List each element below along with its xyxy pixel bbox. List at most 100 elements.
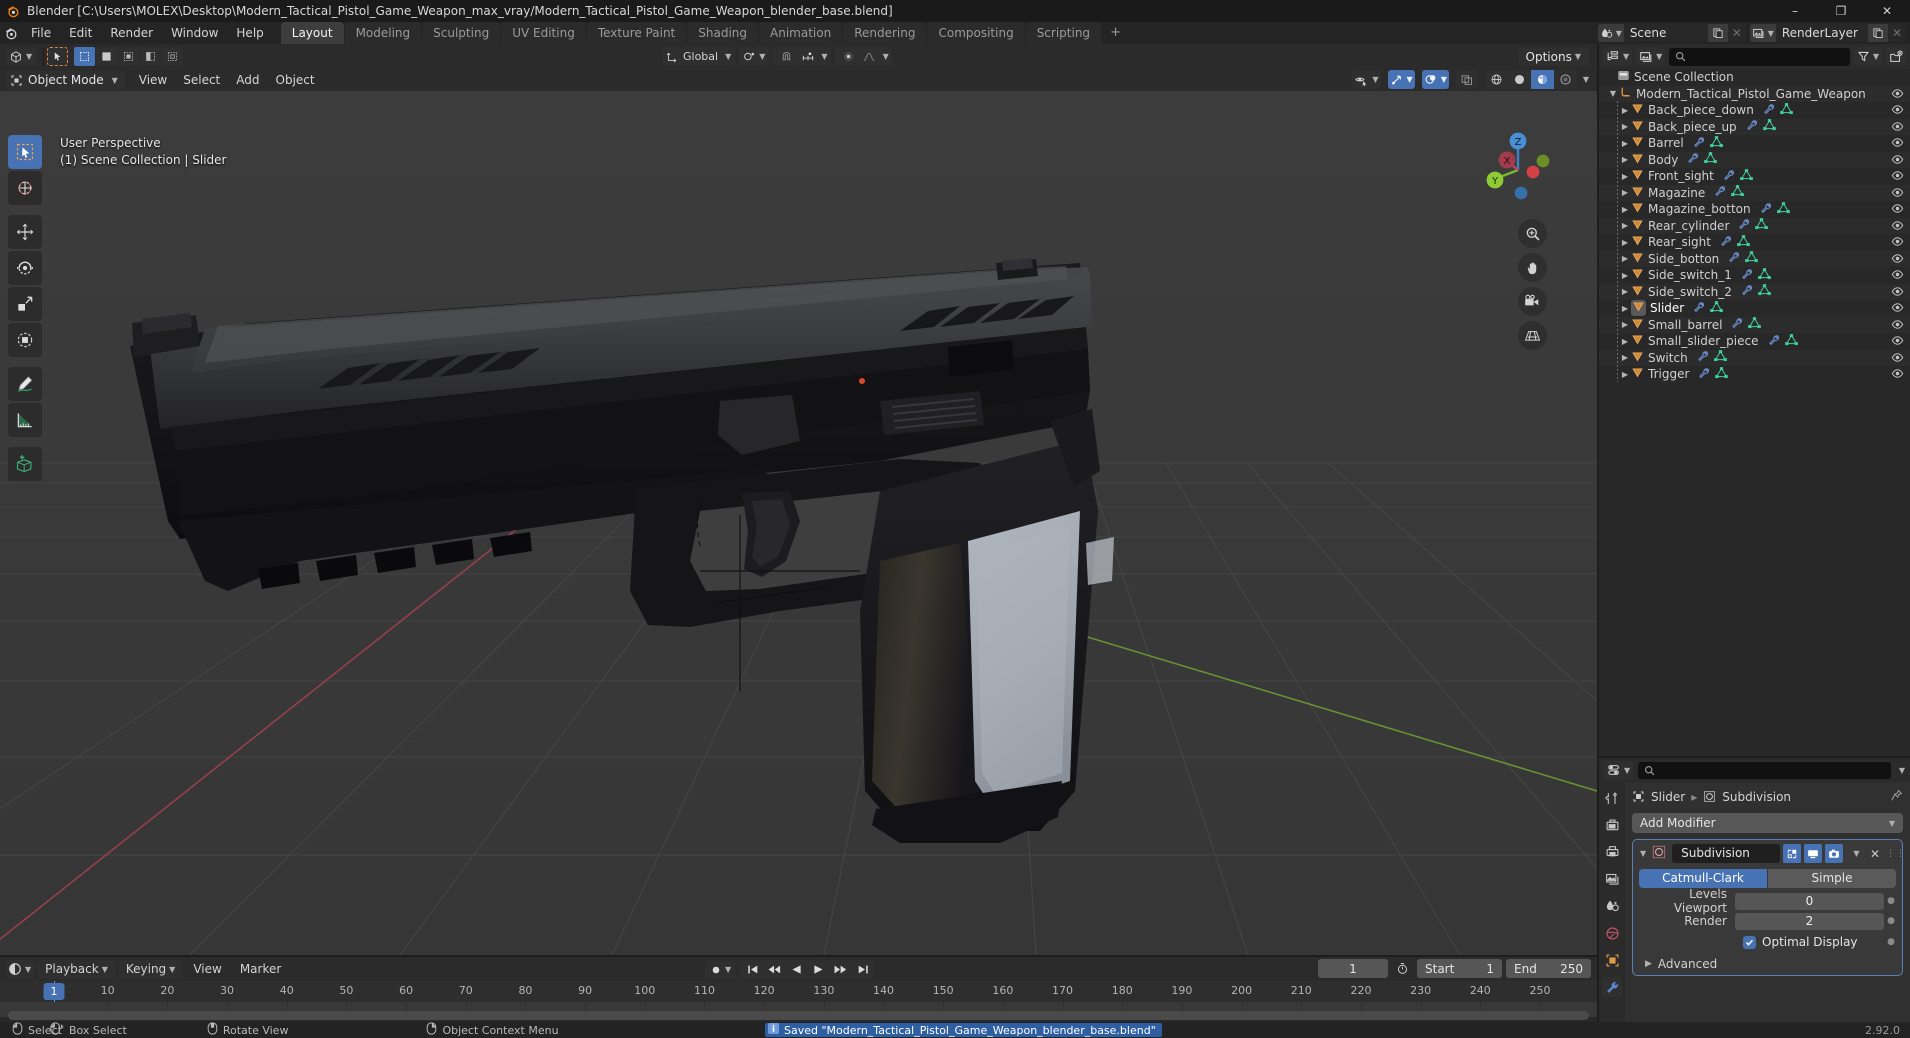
mesh-data-icon[interactable] [1758, 284, 1771, 299]
use-preview-range-icon[interactable] [1392, 959, 1413, 978]
outliner-row-object-small_slider_piece[interactable]: ▶ Small_slider_piece [1599, 333, 1910, 350]
workspace-tab-uv-editing[interactable]: UV Editing [501, 22, 586, 44]
breadcrumb-object[interactable]: Slider [1651, 790, 1685, 804]
timeline-menu-keying[interactable]: Keying ▼ [118, 959, 183, 979]
outliner-editor[interactable]: ▼ ▼ ▼ Scene Collection ▼ Modern_Tactical… [1599, 44, 1910, 756]
mesh-data-icon[interactable] [1710, 300, 1724, 316]
subdivision-type-simple[interactable]: Simple [1768, 869, 1896, 888]
mesh-data-icon[interactable] [1737, 234, 1750, 250]
expand-arrow-icon[interactable]: ▶ [1619, 205, 1631, 214]
measure-tool[interactable] [8, 403, 42, 437]
menu-window[interactable]: Window [162, 23, 227, 43]
mesh-data-icon[interactable] [1715, 366, 1729, 382]
shading-mode-group[interactable] [1484, 70, 1577, 89]
expand-arrow-icon[interactable]: ▶ [1619, 370, 1631, 379]
select-tool-icon[interactable] [47, 47, 69, 66]
mesh-data-icon[interactable] [1713, 350, 1727, 365]
outliner-row-object-front_sight[interactable]: ▶ Front_sight [1599, 168, 1910, 185]
mesh-data-icon[interactable] [1731, 185, 1745, 200]
mesh-data-icon[interactable] [1776, 201, 1790, 217]
modifier-icon[interactable] [1698, 367, 1710, 382]
subdivision-type-catmull-clark[interactable]: Catmull-Clark [1639, 869, 1767, 888]
mesh-data-icon[interactable] [1745, 251, 1759, 266]
render-levels-value[interactable]: 2 [1735, 912, 1884, 930]
expand-arrow-icon[interactable]: ▶ [1619, 221, 1631, 230]
solid-shading-icon[interactable] [1507, 70, 1531, 89]
outliner-row-scene-collection[interactable]: Scene Collection [1599, 69, 1910, 86]
viewport-menu-add[interactable]: Add [228, 70, 267, 90]
visibility-toggle-icon[interactable] [1891, 367, 1904, 383]
snap-increment-icon[interactable] [797, 47, 819, 66]
outliner-row-object-magazine[interactable]: ▶ Magazine [1599, 184, 1910, 202]
scene-properties-tab[interactable] [1602, 896, 1622, 916]
expand-arrow-icon[interactable]: ▶ [1619, 122, 1631, 131]
advanced-section[interactable]: ▶ Advanced [1645, 957, 1898, 971]
outliner-row-object-back_piece_down[interactable]: ▶ Back_piece_down [1599, 102, 1910, 119]
render-levels-animate-dot[interactable]: ● [1884, 916, 1898, 926]
add-workspace-button[interactable]: + [1102, 22, 1129, 44]
tweak-select-tool[interactable] [8, 135, 42, 169]
visibility-toggle-icon[interactable] [1891, 318, 1904, 334]
playback-controls[interactable] [740, 960, 876, 979]
outliner-row-collection[interactable]: ▼ Modern_Tactical_Pistol_Game_Weapon [1599, 85, 1910, 103]
proportional-editing-controls[interactable]: ▼ [834, 47, 892, 66]
visibility-toggle-icon[interactable] [1891, 285, 1904, 301]
visibility-toggle-icon[interactable] [1891, 301, 1904, 317]
tool-properties-tab[interactable] [1602, 788, 1622, 808]
select-set-icon[interactable] [74, 47, 96, 66]
proportional-edit-icon[interactable] [837, 47, 859, 66]
pan-view-button[interactable] [1518, 253, 1547, 282]
menu-help[interactable]: Help [227, 23, 272, 43]
overlays-toggle[interactable]: ▼ [1421, 70, 1449, 89]
modifier-icon[interactable] [1738, 218, 1750, 233]
workspace-tab-compositing[interactable]: Compositing [927, 22, 1025, 44]
shading-popover-caret[interactable]: ▼ [1583, 75, 1589, 84]
levels-viewport-value[interactable]: 0 [1735, 892, 1884, 910]
outliner-row-object-barrel[interactable]: ▶ Barrel [1599, 135, 1910, 152]
new-scene-icon[interactable] [1707, 24, 1728, 42]
snapping-controls[interactable]: ▼ [773, 47, 831, 66]
delete-modifier-icon[interactable]: ✕ [1867, 847, 1883, 861]
visibility-toggle-icon[interactable] [1891, 186, 1904, 202]
workspace-tab-shading[interactable]: Shading [687, 22, 758, 44]
zoom-view-button[interactable] [1518, 219, 1547, 248]
gizmo-toggle[interactable]: ▼ [1387, 70, 1415, 89]
unlink-scene-icon[interactable]: ✕ [1728, 24, 1746, 42]
mesh-data-icon[interactable] [1748, 317, 1762, 332]
expand-arrow-icon[interactable]: ▶ [1619, 106, 1631, 115]
cursor-tool[interactable] [8, 171, 42, 205]
outliner-display-mode-icon[interactable]: ▼ [1636, 47, 1666, 66]
timeline-menu-view[interactable]: View [186, 960, 228, 979]
drag-modifier-handle[interactable]: ⋮⋮ [1886, 849, 1905, 859]
outliner-search-input[interactable] [1669, 47, 1850, 66]
timeline-editor[interactable]: ▼ Playback ▼ Keying ▼ View Marker ▼ 1 St… [0, 957, 1597, 1022]
modifier-icon[interactable] [1687, 152, 1699, 167]
viewport-menu-object[interactable]: Object [268, 70, 323, 90]
output-properties-tab[interactable] [1602, 842, 1622, 862]
wireframe-shading-icon[interactable] [1484, 70, 1508, 89]
visibility-toggle-icon[interactable] [1891, 136, 1904, 152]
app-menu-icon[interactable] [0, 26, 22, 40]
modifier-icon[interactable] [1768, 334, 1780, 349]
viewlayer-properties-tab[interactable] [1602, 869, 1622, 889]
viewport-canvas[interactable]: User Perspective (1) Scene Collection | … [0, 91, 1597, 955]
subdivision-type-segmented[interactable]: Catmull-Clark Simple [1639, 869, 1896, 888]
scale-tool[interactable] [8, 287, 42, 321]
modifier-icon[interactable] [1693, 136, 1705, 151]
timeline-ruler[interactable]: 10 20 30 40 50 60 70 80 90 100 110 120 130 140 150 160 1… [0, 981, 1597, 1017]
visibility-toggle-icon[interactable] [1891, 87, 1904, 103]
select-intersect-icon[interactable] [162, 47, 184, 66]
properties-editor-type-icon[interactable]: ▼ [1604, 760, 1634, 780]
modifier-icon[interactable] [1741, 268, 1753, 283]
mode-selector[interactable]: Object Mode ▼ [5, 70, 125, 90]
edit-mode-display-toggle[interactable] [1783, 844, 1801, 863]
play-reverse-button[interactable] [786, 960, 808, 979]
current-frame-field[interactable]: 1 [1318, 959, 1388, 978]
properties-search-input[interactable] [1638, 761, 1891, 779]
expand-modifier-caret[interactable]: ▼ [1640, 849, 1646, 858]
mesh-data-icon[interactable] [1704, 152, 1718, 167]
select-mode-group[interactable] [47, 47, 69, 66]
falloff-curve-icon[interactable] [858, 47, 880, 66]
mesh-data-icon[interactable] [1779, 102, 1793, 118]
expand-arrow-icon[interactable]: ▶ [1619, 139, 1631, 148]
